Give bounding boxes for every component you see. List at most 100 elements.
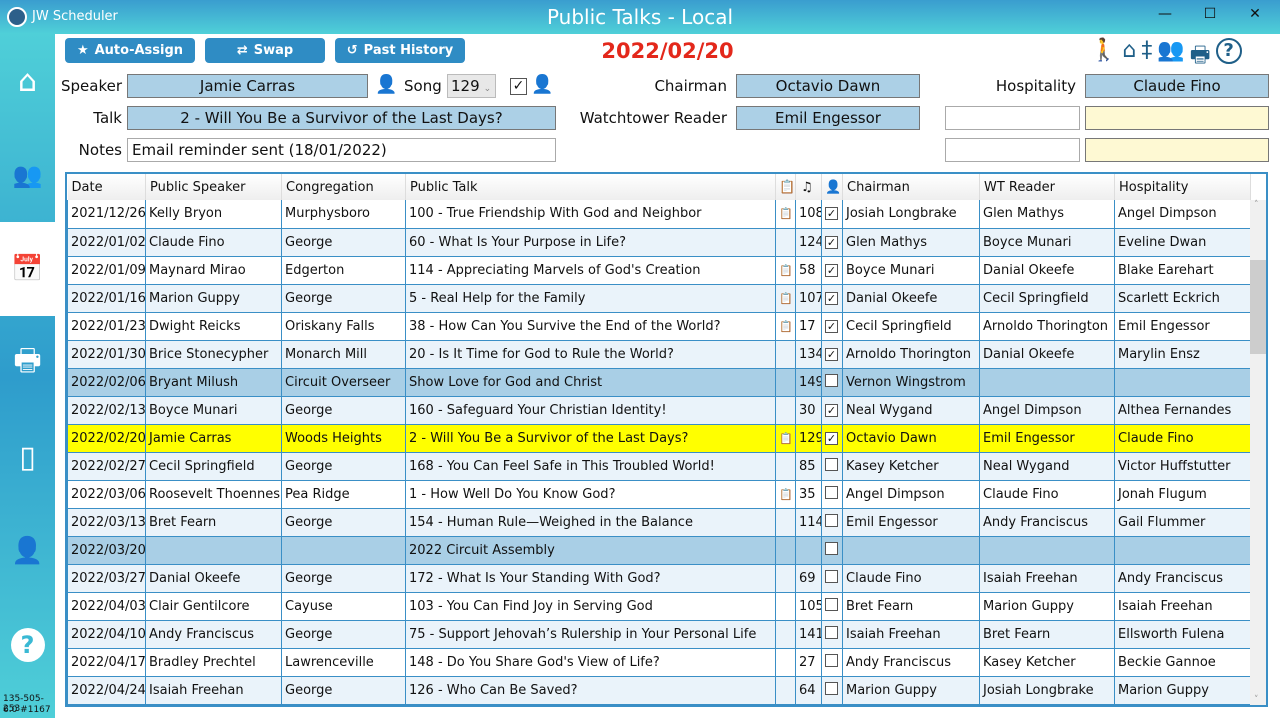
help-icon[interactable]: ?	[1215, 38, 1242, 64]
cell-notes-flag	[775, 452, 796, 481]
clipboard-icon[interactable]: 📋	[775, 174, 796, 200]
confirmed-checkbox[interactable]	[825, 653, 838, 667]
sidebar-item-calendar[interactable]: 📅	[0, 222, 55, 316]
cell-talk: 114 - Appreciating Marvels of God's Crea…	[405, 256, 776, 285]
maximize-button[interactable]: ☐	[1195, 6, 1225, 22]
table-row[interactable]: 2022/01/16 Marion Guppy George 5 - Real Hel…	[67, 284, 1251, 313]
clipboard-icon[interactable]: 📋	[779, 264, 793, 277]
table-row[interactable]: 2022/02/13 Boyce Munari George 160 - Safegu…	[67, 396, 1251, 425]
reader-field[interactable]: Emil Engessor	[736, 106, 920, 130]
cell-congregation: Circuit Overseer	[281, 368, 406, 397]
clipboard-icon[interactable]: 📋	[779, 432, 793, 445]
close-button[interactable]: ✕	[1240, 6, 1270, 22]
col-talk[interactable]: Public Talk	[405, 174, 776, 200]
col-wt-reader[interactable]: WT Reader	[979, 174, 1115, 200]
vertical-scrollbar[interactable]: ˄ ˅	[1250, 200, 1266, 705]
table-row[interactable]: 2022/01/09 Maynard Mirao Edgerton 114 - App…	[67, 256, 1251, 285]
past-history-button[interactable]: ↺ Past History	[335, 38, 465, 63]
signpost-icon[interactable]: ‡	[1141, 38, 1152, 76]
cell-chairman: Boyce Munari	[842, 256, 980, 285]
col-hospitality[interactable]: Hospitality	[1114, 174, 1251, 200]
sidebar-item-people[interactable]: 👥	[0, 128, 55, 222]
confirmed-checkbox[interactable]	[825, 681, 838, 695]
confirmed-checkbox[interactable]: ✓	[825, 319, 838, 333]
cell-talk: 5 - Real Help for the Family	[405, 284, 776, 313]
confirmed-checkbox[interactable]: ✓	[825, 291, 838, 305]
confirmed-checkbox[interactable]	[825, 541, 838, 555]
confirmed-checkbox[interactable]	[825, 569, 838, 583]
table-row[interactable]: 2022/04/03 Clair Gentilcore Cayuse 103 - Yo…	[67, 592, 1251, 621]
confirmed-checkbox[interactable]	[825, 513, 838, 527]
col-speaker[interactable]: Public Speaker	[145, 174, 282, 200]
scroll-up-icon[interactable]: ˄	[1254, 200, 1259, 210]
scrollbar-thumb[interactable]	[1250, 260, 1266, 354]
table-row[interactable]: 2022/02/20 Jamie Carras Woods Heights 2 - W…	[67, 424, 1251, 453]
table-row[interactable]: 2022/01/23 Dwight Reicks Oriskany Falls 38 …	[67, 312, 1251, 341]
speaker-history-icon[interactable]: 👤	[375, 74, 397, 95]
speaker-field[interactable]: Jamie Carras	[127, 74, 368, 98]
extra-label-input-1[interactable]	[945, 106, 1080, 130]
clipboard-icon[interactable]: 📋	[779, 320, 793, 333]
clipboard-icon[interactable]: 📋	[779, 488, 793, 501]
clipboard-icon[interactable]: 📋	[779, 207, 793, 220]
col-date[interactable]: Date	[67, 174, 146, 200]
table-row[interactable]: 2022/03/06 Roosevelt Thoennes Pea Ridge 1 -…	[67, 480, 1251, 509]
sidebar-item-phone[interactable]: ▯	[0, 410, 55, 504]
clipboard-icon[interactable]: 📋	[779, 292, 793, 305]
sidebar-item-help[interactable]: ?	[0, 598, 55, 692]
col-congregation[interactable]: Congregation	[281, 174, 406, 200]
cell-chairman: Arnoldo Thorington	[842, 340, 980, 369]
confirmed-checkbox[interactable]	[825, 373, 838, 387]
song-select[interactable]: 129 ⌄	[447, 74, 496, 98]
cell-chairman: Cecil Springfield	[842, 312, 980, 341]
confirmed-checkbox[interactable]	[825, 625, 838, 639]
table-row[interactable]: 2022/01/30 Brice Stonecypher Monarch Mill 2…	[67, 340, 1251, 369]
music-icon[interactable]: ♫	[795, 174, 822, 200]
extra-label-input-2[interactable]	[945, 138, 1080, 162]
cell-hospitality: Isaiah Freehan	[1114, 592, 1251, 621]
chairman-field[interactable]: Octavio Dawn	[736, 74, 920, 98]
home-icon[interactable]: ⌂	[1122, 38, 1136, 76]
confirmed-checkbox[interactable]: ✓	[825, 235, 838, 249]
table-row[interactable]: 2022/03/27 Danial Okeefe George 172 - What …	[67, 564, 1251, 593]
confirmed-checkbox[interactable]	[825, 485, 838, 499]
cell-hospitality: Scarlett Eckrich	[1114, 284, 1251, 313]
confirmed-checkbox[interactable]	[825, 597, 838, 611]
printer-icon[interactable]: 🖶	[1190, 38, 1211, 76]
confirmed-checkbox[interactable]: ✓	[825, 431, 838, 445]
swap-button[interactable]: ⇄ Swap	[205, 38, 325, 63]
table-row[interactable]: 2021/12/26 Kelly Bryon Murphysboro 100 - Tr…	[67, 200, 1251, 229]
cell-chairman	[842, 536, 980, 565]
scroll-down-icon[interactable]: ˅	[1254, 695, 1259, 705]
confirmed-checkbox[interactable]	[825, 457, 838, 471]
user-check-icon[interactable]: 👤	[531, 74, 553, 95]
hospitality-field[interactable]: Claude Fino	[1085, 74, 1269, 98]
sidebar-item-print[interactable]: 🖶	[0, 316, 55, 410]
confirmed-checkbox[interactable]: ✓	[825, 263, 838, 277]
table-row[interactable]: 2022/04/10 Andy Franciscus George 75 - Supp…	[67, 620, 1251, 649]
table-row[interactable]: 2022/01/02 Claude Fino George 60 - What Is …	[67, 228, 1251, 257]
user-check-icon[interactable]: 👤	[821, 174, 843, 200]
walking-icon[interactable]: 🚶	[1090, 38, 1117, 76]
confirmed-checkbox[interactable]: ✓	[825, 207, 838, 221]
cell-song: 141	[795, 620, 822, 649]
table-row[interactable]: 2022/02/27 Cecil Springfield George 168 - Y…	[67, 452, 1251, 481]
sidebar-item-home[interactable]: ⌂	[0, 34, 55, 128]
talk-field[interactable]: 2 - Will You Be a Survivor of the Last D…	[127, 106, 556, 130]
people-icon[interactable]: 👥	[1157, 38, 1184, 76]
table-row[interactable]: 2022/03/20 2022 Circuit Assembly	[67, 536, 1251, 565]
confirmed-checkbox[interactable]: ✓	[825, 403, 838, 417]
table-row[interactable]: 2022/02/06 Bryant Milush Circuit Overseer S…	[67, 368, 1251, 397]
minimize-button[interactable]: —	[1150, 6, 1180, 22]
auto-assign-button[interactable]: ★ Auto-Assign	[65, 38, 195, 63]
table-row[interactable]: 2022/04/24 Isaiah Freehan George 126 - Who …	[67, 676, 1251, 705]
extra-field-2[interactable]	[1085, 138, 1269, 162]
notes-input[interactable]: Email reminder sent (18/01/2022)	[127, 138, 556, 162]
extra-field-1[interactable]	[1085, 106, 1269, 130]
col-chairman[interactable]: Chairman	[842, 174, 980, 200]
confirmed-checkbox[interactable]: ✓	[510, 78, 527, 95]
sidebar-item-user-check[interactable]: 👤	[0, 504, 55, 598]
table-row[interactable]: 2022/03/13 Bret Fearn George 154 - Human Ru…	[67, 508, 1251, 537]
table-row[interactable]: 2022/04/17 Bradley Prechtel Lawrenceville 1…	[67, 648, 1251, 677]
confirmed-checkbox[interactable]: ✓	[825, 347, 838, 361]
